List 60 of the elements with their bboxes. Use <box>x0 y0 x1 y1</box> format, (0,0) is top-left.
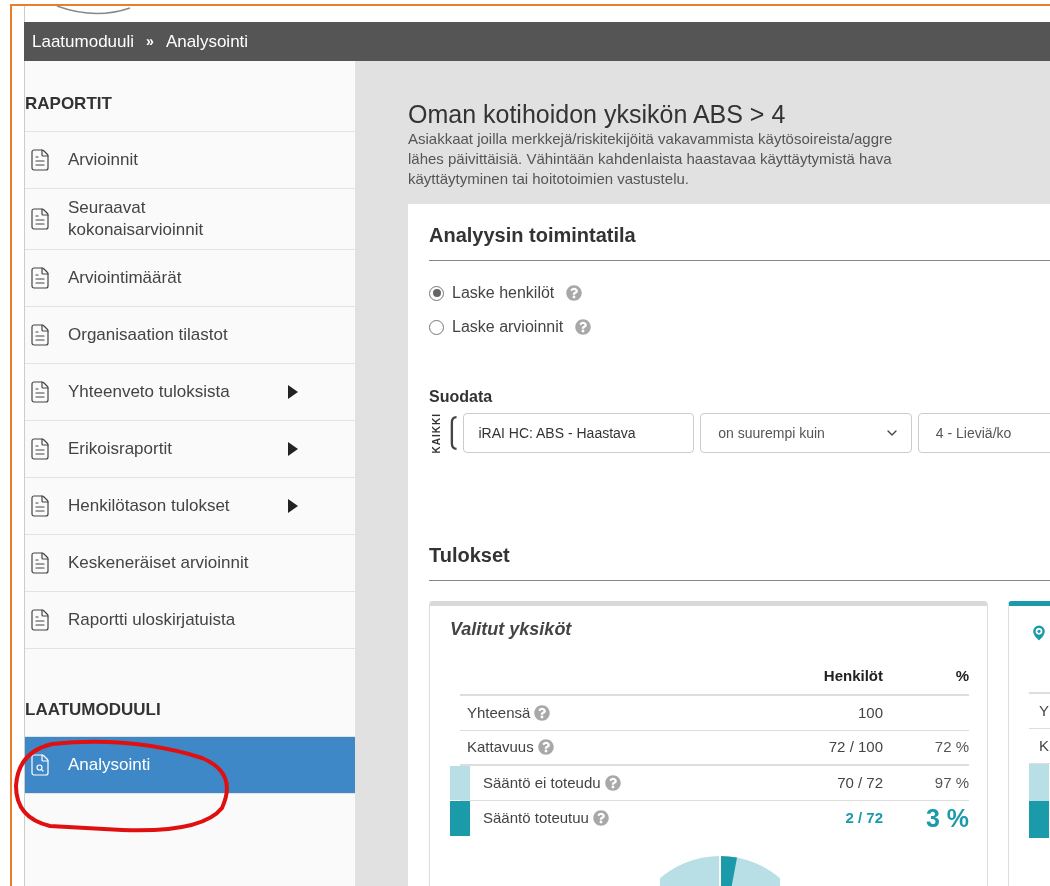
field-input[interactable]: iRAI HC: ABS - Haastava <box>463 413 695 454</box>
sidebar-item[interactable]: Arviointimäärät <box>25 249 355 307</box>
document-search-icon <box>28 752 52 778</box>
card-title: Valitut yksiköt <box>450 618 573 642</box>
sidebar-item[interactable]: Raportti uloskirjatuista <box>25 591 355 649</box>
row-label: Yhteensä <box>467 702 531 723</box>
column-header: % <box>954 666 969 687</box>
document-icon <box>28 435 52 462</box>
sidebar-item[interactable]: Erikoisraportit <box>25 420 355 478</box>
breadcrumb-current: Analysointi <box>165 30 249 53</box>
section-title: Suodata <box>429 387 494 407</box>
document-icon <box>28 205 52 232</box>
percent-cell-text: 97 % <box>933 772 969 793</box>
help-icon[interactable] <box>575 319 592 335</box>
document-icon <box>28 606 52 633</box>
row-label: Y <box>1038 701 1049 722</box>
column-header: Henkilöt <box>822 666 883 687</box>
help-icon[interactable] <box>534 704 551 721</box>
breadcrumb-separator: » <box>146 32 154 51</box>
row-label: Kattavuus <box>467 737 534 758</box>
sidebar-item[interactable]: Keskeneräiset arvioinnit <box>25 534 355 592</box>
sidebar-item[interactable]: Analysointi <box>25 737 355 794</box>
section-title: Analyysin toimintatila <box>429 220 1050 261</box>
page-title: Oman kotihoidon yksikön ABS > 4 <box>408 99 787 129</box>
operator-select[interactable]: on suurempi kuin <box>700 413 912 454</box>
row-label: Sääntö toteutuu <box>483 808 589 829</box>
sidebar-item[interactable]: Organisaation tilastot <box>25 306 355 364</box>
document-icon <box>28 321 52 348</box>
count-cell-text: 70 / 72 <box>836 772 883 793</box>
section-title: Tulokset <box>429 540 1050 582</box>
document-icon <box>28 264 52 291</box>
count-cell-text: 2 / 72 <box>844 808 883 829</box>
row-label: K <box>1038 736 1049 757</box>
page-description: Asiakkaat joilla merkkejä/riskitekijöitä vakavammista käytösoireista/aggre lähes päivittäisiä. Vähintään kahdenlaista haastavaa käyttäytymistä hava käyttäytyminen tai hoitotoimien vastustelu. <box>408 129 894 189</box>
radio-label[interactable]: Laske arvioinnit <box>452 315 564 339</box>
sidebar-item[interactable]: Yhteenveto tuloksista <box>25 363 355 421</box>
count-cell-text: 100 <box>856 702 883 723</box>
radio-button[interactable] <box>429 285 444 301</box>
count-cell-text: 72 / 100 <box>827 737 883 758</box>
document-icon <box>28 492 52 519</box>
category-bar <box>1029 801 1049 839</box>
group-label: KAIKKI <box>430 413 443 454</box>
sidebar-item[interactable]: Henkilötason tulokset <box>25 477 355 535</box>
help-icon[interactable] <box>566 285 583 301</box>
category-bar <box>1029 764 1049 802</box>
sidebar-item[interactable]: Arvioinnit <box>25 131 355 189</box>
help-icon[interactable] <box>537 739 554 756</box>
document-icon <box>28 378 52 405</box>
row-label: Sääntö ei toteudu <box>483 772 601 793</box>
radio-button[interactable] <box>429 319 444 335</box>
bracket-icon <box>450 414 458 453</box>
radio-label[interactable]: Laske henkilöt <box>452 281 555 305</box>
value-select[interactable]: 4 - Lieviä/ko <box>917 413 1050 454</box>
help-icon[interactable] <box>604 774 621 791</box>
document-icon <box>28 549 52 576</box>
document-icon <box>28 146 52 173</box>
percent-cell-text: 3 % <box>924 802 969 834</box>
breadcrumb-link[interactable]: Laatumoduuli <box>32 28 135 55</box>
help-icon[interactable] <box>592 810 609 827</box>
percent-cell-text: 72 % <box>933 737 969 758</box>
